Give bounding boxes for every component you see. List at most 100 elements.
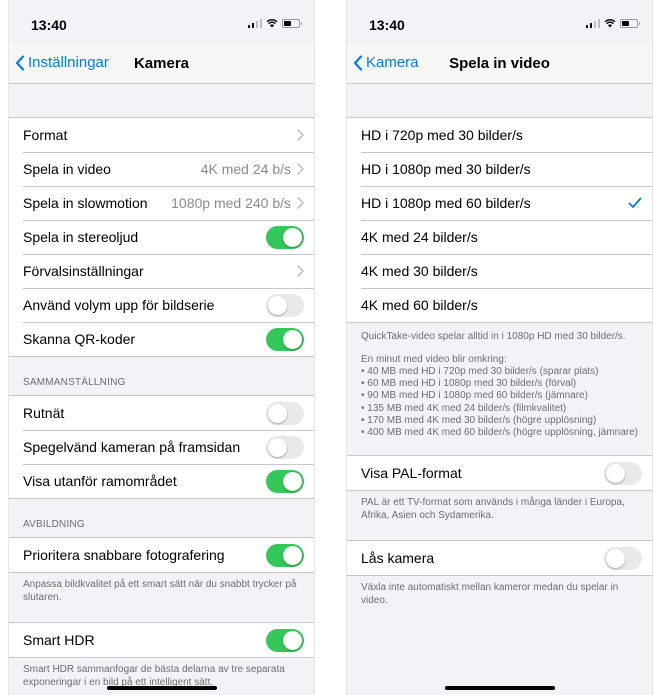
format-label: HD i 720p med 30 bilder/s (361, 127, 523, 143)
toggle-spela-in-stereoljud[interactable] (266, 225, 304, 249)
settings-group-lock-camera: Lås kamera (347, 540, 652, 577)
home-indicator (106, 686, 217, 690)
row-smart-hdr[interactable]: Smart HDR (9, 623, 314, 657)
status-bar: 13:40 (9, 0, 314, 44)
toggle-anv-nd-volym-upp-f-r-bildserie[interactable] (266, 293, 304, 317)
row-visa-utanf-r-ramomr-det[interactable]: Visa utanför ramområdet (9, 464, 314, 498)
row-label: Spela in video (23, 161, 111, 177)
signal-icon (247, 18, 262, 28)
capture-footer-text: Anpassa bildkvalitet på ett smart sätt n… (23, 579, 297, 603)
home-indicator (444, 686, 555, 690)
back-button-label: Kamera (366, 54, 419, 71)
toggle-knob (283, 227, 302, 247)
row-label: Spela in slowmotion (23, 195, 148, 211)
video-format-option[interactable]: 4K med 60 bilder/s (347, 288, 652, 322)
chevron-right-icon (297, 129, 304, 141)
toggle-knob (283, 329, 302, 349)
status-icons (247, 18, 302, 28)
record-video-screen: 13:40 Kamera Spela in video HD i 720p me… (346, 0, 653, 695)
toggle-lock-camera[interactable] (604, 546, 642, 570)
chevron-right-icon (297, 163, 304, 175)
row-anv-nd-volym-upp-f-r-bildserie[interactable]: Använd volym upp för bildserie (9, 288, 314, 322)
row-label: Förvalsinställningar (23, 263, 144, 279)
format-label: HD i 1080p med 60 bilder/s (361, 195, 531, 211)
toggle-smart-hdr[interactable] (266, 628, 304, 652)
toggle-prioritize-faster-shooting[interactable] (266, 543, 304, 567)
toggle-knob (268, 403, 287, 423)
format-label: 4K med 24 bilder/s (361, 229, 478, 245)
row-label: Format (23, 127, 68, 143)
row-spela-in-slowmotion[interactable]: Spela in slowmotion 1080p med 240 b/s (9, 186, 314, 220)
row-spegelv-nd-kameran-p-framsidan[interactable]: Spegelvänd kameran på framsidan (9, 430, 314, 464)
chevron-right-icon (297, 197, 304, 209)
format-label: HD i 1080p med 30 bilder/s (361, 161, 531, 177)
storage-estimate-list: • 40 MB med HD i 720p med 30 bilder/s (s… (347, 366, 652, 455)
toggle-knob (268, 437, 287, 457)
row-rutn-t[interactable]: Rutnät (9, 396, 314, 430)
storage-estimate-line: • 135 MB med 4K med 24 bilder/s (filmkva… (361, 402, 567, 414)
back-button-camera[interactable]: Kamera (353, 54, 419, 71)
storage-estimate-line: • 400 MB med 4K med 60 bilder/s (högre u… (361, 426, 638, 438)
toggle-spegelv-nd-kameran-p-framsidan[interactable] (266, 435, 304, 459)
camera-settings-screen: 13:40 Inställningar Kamera Format Spela i… (8, 0, 315, 695)
video-format-option[interactable]: 4K med 30 bilder/s (347, 254, 652, 288)
row-skanna-qr-koder[interactable]: Skanna QR-koder (9, 322, 314, 356)
video-format-option[interactable]: HD i 720p med 30 bilder/s (347, 118, 652, 152)
back-chevron-icon (15, 54, 25, 71)
back-button-settings[interactable]: Inställningar (15, 54, 109, 71)
row-label: Rutnät (23, 405, 65, 421)
lock-camera-footer-text: Växla inte automatiskt mellan kameror me… (361, 582, 619, 606)
toggle-knob (283, 545, 302, 565)
navigation-bar: Kamera Spela in video (347, 44, 652, 84)
battery-icon (620, 18, 640, 28)
row-label: Spela in stereoljud (23, 229, 139, 245)
toggle-show-pal-format[interactable] (604, 461, 642, 485)
row-spela-in-video[interactable]: Spela in video 4K med 24 b/s (9, 152, 314, 186)
back-button-label: Inställningar (28, 54, 109, 71)
settings-group-capture: Prioritera snabbare fotografering (9, 537, 314, 573)
video-format-list: HD i 720p med 30 bilder/s HD i 1080p med … (347, 117, 652, 323)
storage-estimate-line: • 90 MB med HD i 1080p med 60 bilder/s (… (361, 390, 588, 402)
toggle-knob (606, 463, 625, 483)
row-lock-camera[interactable]: Lås kamera (347, 541, 652, 575)
storage-estimate-line: • 40 MB med HD i 720p med 30 bilder/s (s… (361, 366, 599, 377)
row-label: Skanna QR-koder (23, 331, 136, 347)
row-value: 1080p med 240 b/s (171, 195, 291, 211)
section-header-composition: SAMMANSTÄLLNING (23, 377, 126, 388)
toggle-knob (606, 548, 625, 568)
row-format[interactable]: Format (9, 118, 314, 152)
checkmark-icon (628, 197, 642, 208)
row-label: Visa PAL-format (361, 465, 462, 482)
row-label: Visa utanför ramområdet (23, 473, 177, 489)
storage-estimate-line: • 60 MB med HD i 1080p med 30 bilder/s (… (361, 378, 577, 390)
toggle-visa-utanf-r-ramomr-det[interactable] (266, 469, 304, 493)
settings-group-composition: Rutnät Spegelvänd kameran på framsidan Vis… (9, 395, 314, 499)
row-label: Smart HDR (23, 632, 95, 648)
toggle-rutn-t[interactable] (266, 401, 304, 425)
row-show-pal-format[interactable]: Visa PAL-format (347, 456, 652, 490)
storage-estimate-line: • 170 MB med 4K med 30 bilder/s (högre u… (361, 414, 597, 426)
row-prioritize-faster-shooting[interactable]: Prioritera snabbare fotografering (9, 538, 314, 572)
pal-footer-text: PAL är ett TV-format som används i många… (361, 497, 625, 521)
row-label: Prioritera snabbare fotografering (23, 547, 225, 563)
battery-icon (282, 18, 302, 28)
toggle-knob (283, 471, 302, 491)
video-format-option[interactable]: HD i 1080p med 30 bilder/s (347, 152, 652, 186)
toggle-knob (268, 295, 287, 315)
row-value: 4K med 24 b/s (200, 161, 291, 177)
row-label: Spegelvänd kameran på framsidan (23, 439, 241, 455)
row-f-rvalsinst-llningar[interactable]: Förvalsinställningar (9, 254, 314, 288)
row-spela-in-stereoljud[interactable]: Spela in stereoljud (9, 220, 314, 254)
video-format-option[interactable]: 4K med 24 bilder/s (347, 220, 652, 254)
navigation-bar: Inställningar Kamera (9, 44, 314, 84)
settings-group-pal: Visa PAL-format (347, 455, 652, 492)
quicktake-info-text: QuickTake-video spelar alltid in i 1080p… (361, 331, 626, 342)
settings-group-main: Format Spela in video 4K med 24 b/s Spela i… (9, 117, 314, 357)
status-time: 13:40 (31, 17, 67, 33)
toggle-skanna-qr-koder[interactable] (266, 327, 304, 351)
settings-group-hdr: Smart HDR (9, 622, 314, 658)
format-label: 4K med 30 bilder/s (361, 263, 478, 279)
status-icons (585, 18, 640, 28)
video-format-option[interactable]: HD i 1080p med 60 bilder/s (347, 186, 652, 220)
row-label: Använd volym upp för bildserie (23, 297, 215, 313)
